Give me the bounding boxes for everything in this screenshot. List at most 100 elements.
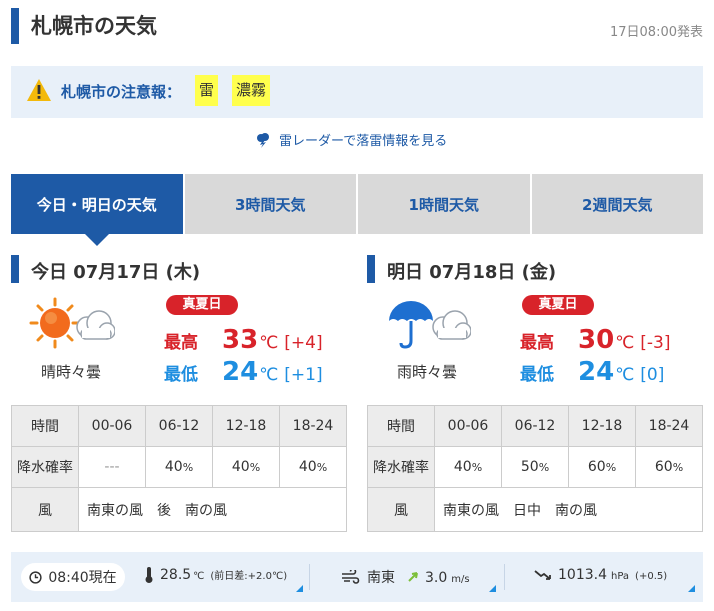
tomorrow-badge: 真夏日 [522,295,594,315]
high-value: 33 [222,325,259,355]
wind-unit: m/s [451,574,470,585]
current-pressure[interactable]: 1013.4 hPa (+0.5) [534,567,667,583]
high-diff: [-3] [640,333,671,353]
today-forecast: 今日 07月17日 (木) 晴時々曇 真夏日 最高 33 ℃ [+4] 最低 2… [11,253,347,387]
wind-header: 風 [367,487,435,532]
low-value: 24 [578,357,615,387]
time-header: 時間 [11,405,79,447]
wind-direction: 南東 [367,570,395,586]
current-observation-bar: 08:40現在 28.5 ℃ (前日差:+2.0℃) 南東 3.0 m/s 10… [11,552,703,602]
rainy-cloudy-icon [389,301,471,349]
wind-header: 風 [11,487,79,532]
wind-icon [342,570,360,584]
temperature-unit: ℃ [193,571,205,582]
expand-corner-icon [688,585,695,592]
today-high: 最高 33 ℃ [+4] [164,325,323,355]
advisory-label: 札幌市の注意報： [61,83,182,101]
time-cell: 06-12 [501,405,569,447]
page-header: 札幌市の天気 17日08:00発表 [11,8,703,44]
current-wind[interactable]: 南東 3.0 m/s [341,567,470,587]
tomorrow-forecast: 明日 07月18日 (金) 雨時々曇 真夏日 最高 30 ℃ [-3] 最低 2… [367,253,703,387]
sunny-cloudy-icon [29,297,115,349]
time-cell: 06-12 [145,405,213,447]
tomorrow-table: 時間 00-06 06-12 12-18 18-24 降水確率 40% 50% … [367,405,703,532]
time-cell: 00-06 [78,405,146,447]
low-diff: [+1] [284,365,323,385]
clock-icon [29,570,42,584]
advisory-thunder[interactable]: 雷 [195,75,219,106]
tomorrow-date: 明日 07月18日 (金) [387,262,557,283]
advisory-banner: 札幌市の注意報： 雷 濃霧 [11,66,703,118]
tab-3hour[interactable]: 3時間天気 [184,174,356,234]
high-value: 30 [578,325,615,355]
tomorrow-low: 最低 24 ℃ [0] [520,357,664,387]
temperature-diff: (前日差:+2.0℃) [210,571,288,582]
time-cell: 18-24 [635,405,703,447]
expand-corner-icon [296,585,303,592]
temperature-value: 28.5 [160,567,192,583]
tomorrow-weather-text: 雨時々曇 [396,363,457,381]
lightning-cloud-icon [257,132,269,148]
today-weather-text: 晴時々曇 [40,363,101,381]
current-temperature[interactable]: 28.5 ℃ (前日差:+2.0℃) [144,567,287,583]
wind-direction-arrow-icon [408,572,418,582]
observation-time-label: 08:40現在 [48,570,117,586]
expand-corner-icon [489,585,496,592]
today-table: 時間 00-06 06-12 12-18 18-24 降水確率 --- 40% … [11,405,347,532]
today-date: 今日 07月17日 (木) [31,262,201,283]
low-label: 最低 [520,365,554,385]
low-unit: ℃ [615,365,635,385]
rain-cell: 40% [434,446,502,488]
today-badge: 真夏日 [166,295,238,315]
low-label: 最低 [164,365,198,385]
tab-1hour[interactable]: 1時間天気 [358,174,530,234]
advisory-fog[interactable]: 濃霧 [232,75,271,106]
warning-icon [27,79,51,101]
header-accent-bar [11,8,19,44]
rain-cell: 40% [212,446,280,488]
tomorrow-heading: 明日 07月18日 (金) [367,253,703,285]
pressure-value: 1013.4 [558,567,607,583]
radar-link-label: 雷レーダーで落雷情報を見る [279,134,448,149]
rain-cell: 40% [145,446,213,488]
rain-header: 降水確率 [367,446,435,488]
pressure-trend-icon [534,570,551,580]
high-label: 最高 [164,333,198,353]
time-cell: 12-18 [568,405,636,447]
forecast-tabs: 今日・明日の天気 3時間天気 1時間天気 2週間天気 [11,174,703,246]
divider [504,564,505,590]
rain-cell: 50% [501,446,569,488]
rain-cell: --- [78,446,146,488]
divider [309,564,310,590]
table-row: 降水確率 --- 40% 40% 40% [11,446,347,488]
rain-header: 降水確率 [11,446,79,488]
heading-accent-bar [367,255,375,283]
today-heading: 今日 07月17日 (木) [11,253,347,285]
table-row: 時間 00-06 06-12 12-18 18-24 [11,405,347,447]
tab-today-tomorrow[interactable]: 今日・明日の天気 [11,174,183,246]
low-value: 24 [222,357,259,387]
time-cell: 18-24 [279,405,347,447]
high-unit: ℃ [259,333,279,353]
tab-2week[interactable]: 2週間天気 [531,174,703,234]
high-label: 最高 [520,333,554,353]
tomorrow-high: 最高 30 ℃ [-3] [520,325,671,355]
wind-cell: 南東の風 日中 南の風 [434,487,703,532]
rain-cell: 60% [568,446,636,488]
low-unit: ℃ [259,365,279,385]
high-unit: ℃ [615,333,635,353]
thermometer-icon [145,567,153,583]
table-row: 風 南東の風 日中 南の風 [367,487,703,532]
pressure-diff: (+0.5) [635,571,668,582]
radar-link[interactable]: 雷レーダーで落雷情報を見る [255,130,447,149]
rain-cell: 60% [635,446,703,488]
wind-cell: 南東の風 後 南の風 [78,487,347,532]
published-time: 17日08:00発表 [609,25,703,40]
today-low: 最低 24 ℃ [+1] [164,357,323,387]
page-title: 札幌市の天気 [31,14,157,38]
high-diff: [+4] [284,333,323,353]
time-cell: 12-18 [212,405,280,447]
table-row: 風 南東の風 後 南の風 [11,487,347,532]
low-diff: [0] [640,365,665,385]
observation-time: 08:40現在 [21,563,125,591]
